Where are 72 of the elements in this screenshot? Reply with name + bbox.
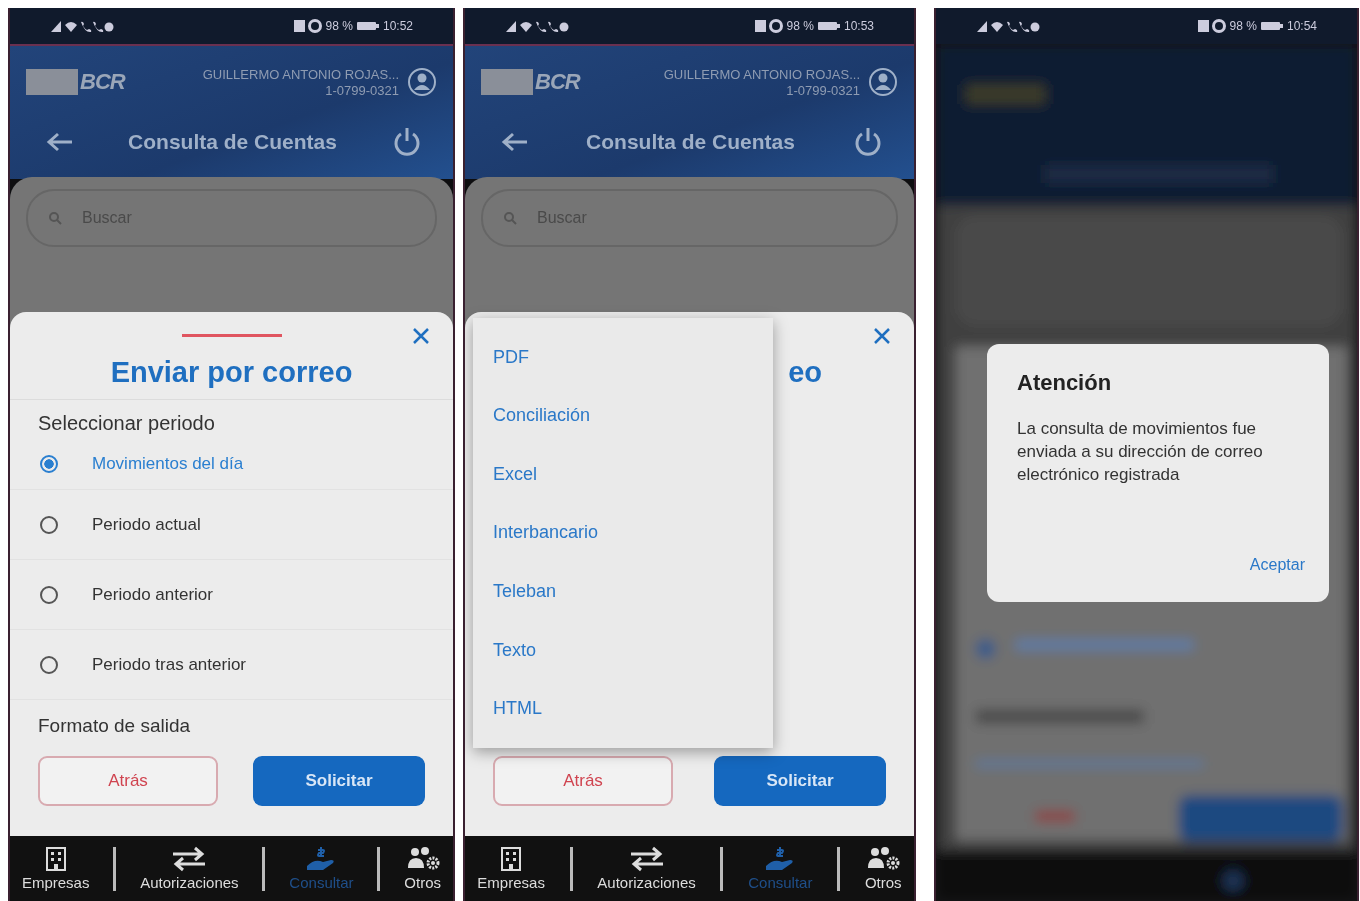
close-icon[interactable]	[872, 326, 892, 346]
menu-item[interactable]: Interbancario	[473, 522, 773, 544]
radio-button[interactable]	[40, 515, 58, 534]
menu-item[interactable]: Excel	[473, 463, 773, 485]
period-option[interactable]: Periodo tras anterior	[10, 630, 453, 700]
menu-item[interactable]: Teleban	[473, 581, 773, 603]
back-arrow-icon[interactable]	[46, 131, 74, 153]
period-option[interactable]: Periodo actual	[10, 490, 453, 560]
request-button[interactable]: Solicitar	[253, 756, 425, 806]
nav-tab[interactable]: Otros	[404, 846, 441, 891]
battery-percent: 98 %	[786, 19, 814, 33]
back-arrow-icon[interactable]	[501, 131, 529, 153]
menu-item[interactable]: PDF	[473, 346, 773, 368]
battery-icon	[1260, 21, 1283, 31]
accept-button[interactable]: Aceptar	[1245, 552, 1309, 578]
dialog-message: La consulta de movimientos fue enviada a su dirección de correo electrónico registrada	[1017, 418, 1264, 486]
nav-tab[interactable]: Empresas	[21, 846, 90, 891]
period-option[interactable]: Movimientos del día	[10, 439, 453, 490]
user-id: 1-0799-0321	[786, 82, 860, 98]
radio-button[interactable]	[40, 455, 58, 473]
transfer-arrows-icon	[628, 846, 665, 872]
close-icon[interactable]	[411, 326, 431, 346]
section-label: Formato de salida	[37, 714, 192, 735]
menu-item[interactable]: Texto	[473, 639, 773, 661]
option-label: Periodo actual	[92, 514, 201, 535]
radio-button[interactable]	[40, 585, 58, 604]
option-label: Periodo tras anterior	[92, 654, 247, 675]
battery-icon	[356, 21, 379, 31]
people-gear-icon	[865, 846, 902, 872]
battery-percent: 98 %	[325, 19, 353, 33]
bank-logo: BCR	[26, 69, 125, 95]
menu-item[interactable]: HTML	[473, 698, 773, 720]
user-avatar-icon[interactable]	[407, 67, 437, 97]
battery-percent: 98 %	[1229, 19, 1257, 33]
search-icon	[503, 211, 517, 225]
nav-tab[interactable]: Consultar	[289, 846, 354, 891]
screen-title: Consulta de Cuentas	[128, 130, 337, 154]
request-button[interactable]: Solicitar	[714, 756, 886, 806]
nav-tab[interactable]: Autorizaciones	[140, 846, 239, 891]
bank-logo: BCR	[481, 69, 580, 95]
section-label: Seleccionar periodo	[37, 411, 216, 436]
status-icons-drawing	[976, 19, 1040, 33]
option-label: Movimientos del día	[92, 454, 244, 474]
period-option[interactable]: Periodo anterior	[10, 560, 453, 630]
option-label: Periodo anterior	[92, 584, 213, 605]
sheet-title: Enviar por correo	[109, 355, 354, 390]
clock-time: 10:54	[1286, 19, 1317, 33]
user-avatar-icon[interactable]	[868, 67, 898, 97]
back-button[interactable]: Atrás	[38, 756, 218, 806]
status-icons-drawing	[505, 19, 569, 33]
nav-tab[interactable]: Autorizaciones	[597, 846, 696, 891]
user-name: GUILLERMO ANTONIO ROJAS...	[663, 66, 860, 82]
search-icon	[48, 211, 62, 225]
dialog-title: Atención	[1017, 370, 1113, 396]
user-id: 1-0799-0321	[325, 82, 399, 98]
nav-tab[interactable]: Empresas	[477, 846, 545, 891]
clock-time: 10:53	[843, 19, 874, 33]
nav-tab[interactable]: Otros	[864, 846, 902, 891]
transfer-arrows-icon	[171, 846, 208, 872]
status-indicators-icon	[1197, 19, 1226, 33]
clock-time: 10:52	[382, 19, 413, 33]
screen-title: Consulta de Cuentas	[586, 130, 795, 154]
battery-icon	[817, 21, 840, 31]
sheet-title: eo	[788, 356, 822, 388]
status-icons-drawing	[50, 19, 114, 33]
status-indicators-icon	[754, 19, 783, 33]
back-button[interactable]: Atrás	[493, 756, 673, 806]
menu-item[interactable]: Conciliación	[473, 405, 773, 427]
status-indicators-icon	[293, 19, 322, 33]
radio-button[interactable]	[40, 655, 58, 674]
nav-tab[interactable]: Consultar	[748, 846, 813, 891]
user-name: GUILLERMO ANTONIO ROJAS...	[202, 66, 399, 82]
